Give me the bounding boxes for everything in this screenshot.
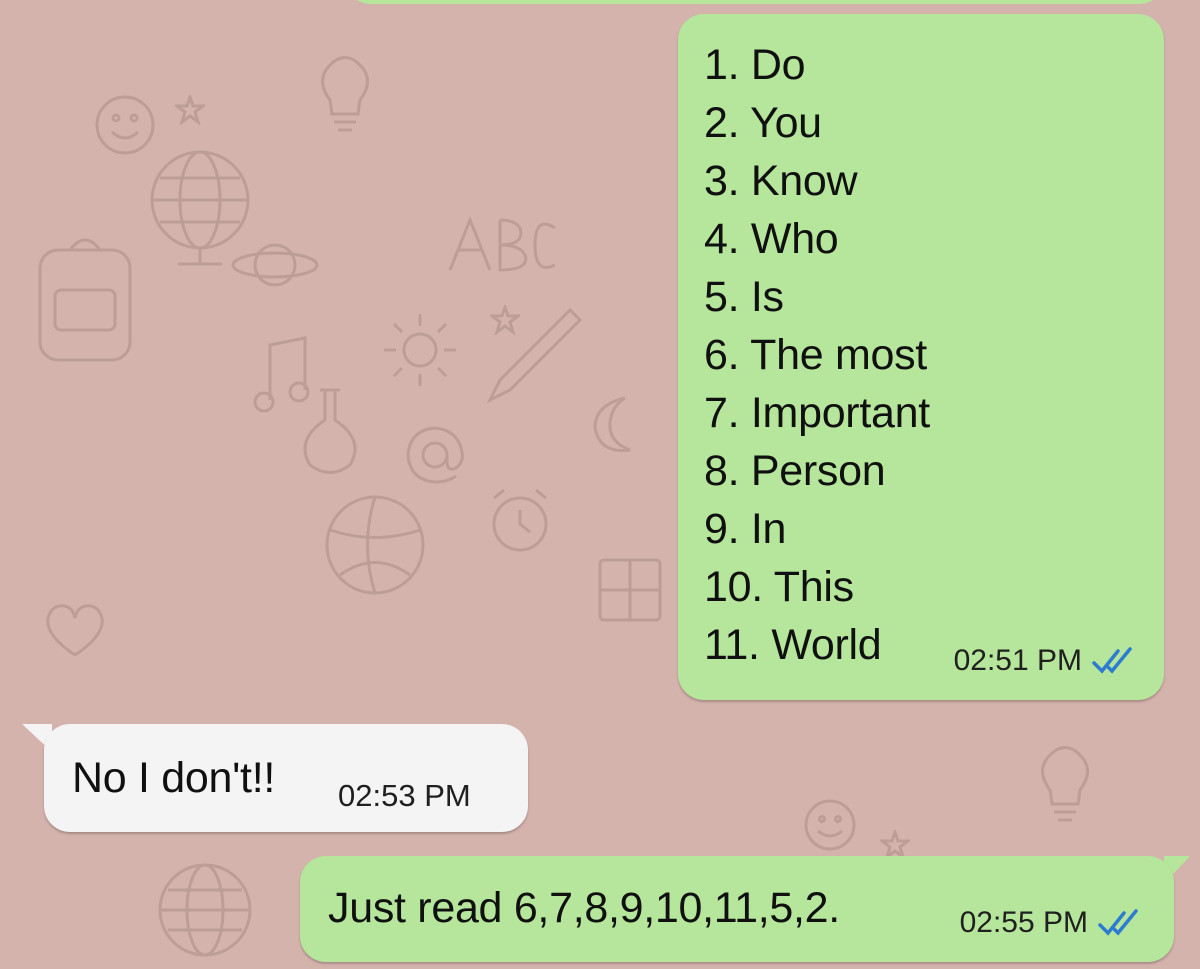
planet-doodle-icon: [231, 243, 319, 287]
lightbulb-doodle-icon: [321, 56, 369, 132]
flask-doodle-icon: [303, 388, 357, 474]
crescent-moon-doodle-icon: [593, 396, 631, 453]
message-text: No I don't!!: [72, 754, 276, 802]
volleyball-doodle-icon: [325, 495, 425, 595]
list-item: 8. Person: [704, 447, 886, 495]
sun-doodle-icon: [384, 314, 456, 386]
previous-message-bubble-edge: [345, 0, 1165, 4]
message-text: Just read 6,7,8,9,10,11,5,2.: [328, 884, 840, 932]
list-item: 6. The most: [704, 331, 927, 379]
heart-doodle-icon: [46, 604, 104, 657]
list-item: 5. Is: [704, 273, 784, 321]
list-item: 9. In: [704, 505, 787, 553]
list-item: 2. You: [704, 99, 822, 147]
incoming-message[interactable]: No I don't!! 02:53 PM: [44, 724, 528, 832]
message-timestamp: 02:51 PM: [953, 644, 1082, 677]
globe-doodle-icon-2: [158, 863, 252, 957]
message-meta: 02:55 PM: [960, 906, 1142, 940]
star-doodle-icon: [490, 305, 520, 335]
list-item: 7. Important: [704, 389, 930, 437]
outgoing-message[interactable]: Just read 6,7,8,9,10,11,5,2. 02:55 PM: [300, 856, 1174, 962]
list-item: 10. This: [704, 563, 854, 611]
message-meta: 02:53 PM: [338, 778, 471, 814]
list-item: 3. Know: [704, 157, 858, 205]
calculator-doodle-icon: [598, 558, 662, 622]
at-sign-doodle-icon: [406, 426, 464, 484]
double-check-read-icon: [1098, 909, 1138, 936]
alarm-clock-doodle-icon: [492, 488, 548, 552]
list-item: 1. Do: [704, 41, 806, 89]
outgoing-message-list[interactable]: 1. Do 2. You 3. Know 4. Who 5. Is 6. The…: [678, 14, 1164, 700]
message-timestamp: 02:55 PM: [959, 906, 1088, 939]
list-item: 4. Who: [704, 215, 839, 263]
backpack-doodle-icon: [38, 238, 132, 362]
message-meta: 02:51 PM: [954, 644, 1136, 678]
smiley-doodle-icon-2: [804, 799, 856, 851]
message-timestamp: 02:53 PM: [338, 778, 471, 813]
lightbulb-doodle-icon-2: [1041, 746, 1089, 822]
star-doodle-icon-2: [175, 95, 205, 125]
double-check-read-icon: [1092, 647, 1132, 674]
abc-doodle-icon: [448, 215, 556, 272]
